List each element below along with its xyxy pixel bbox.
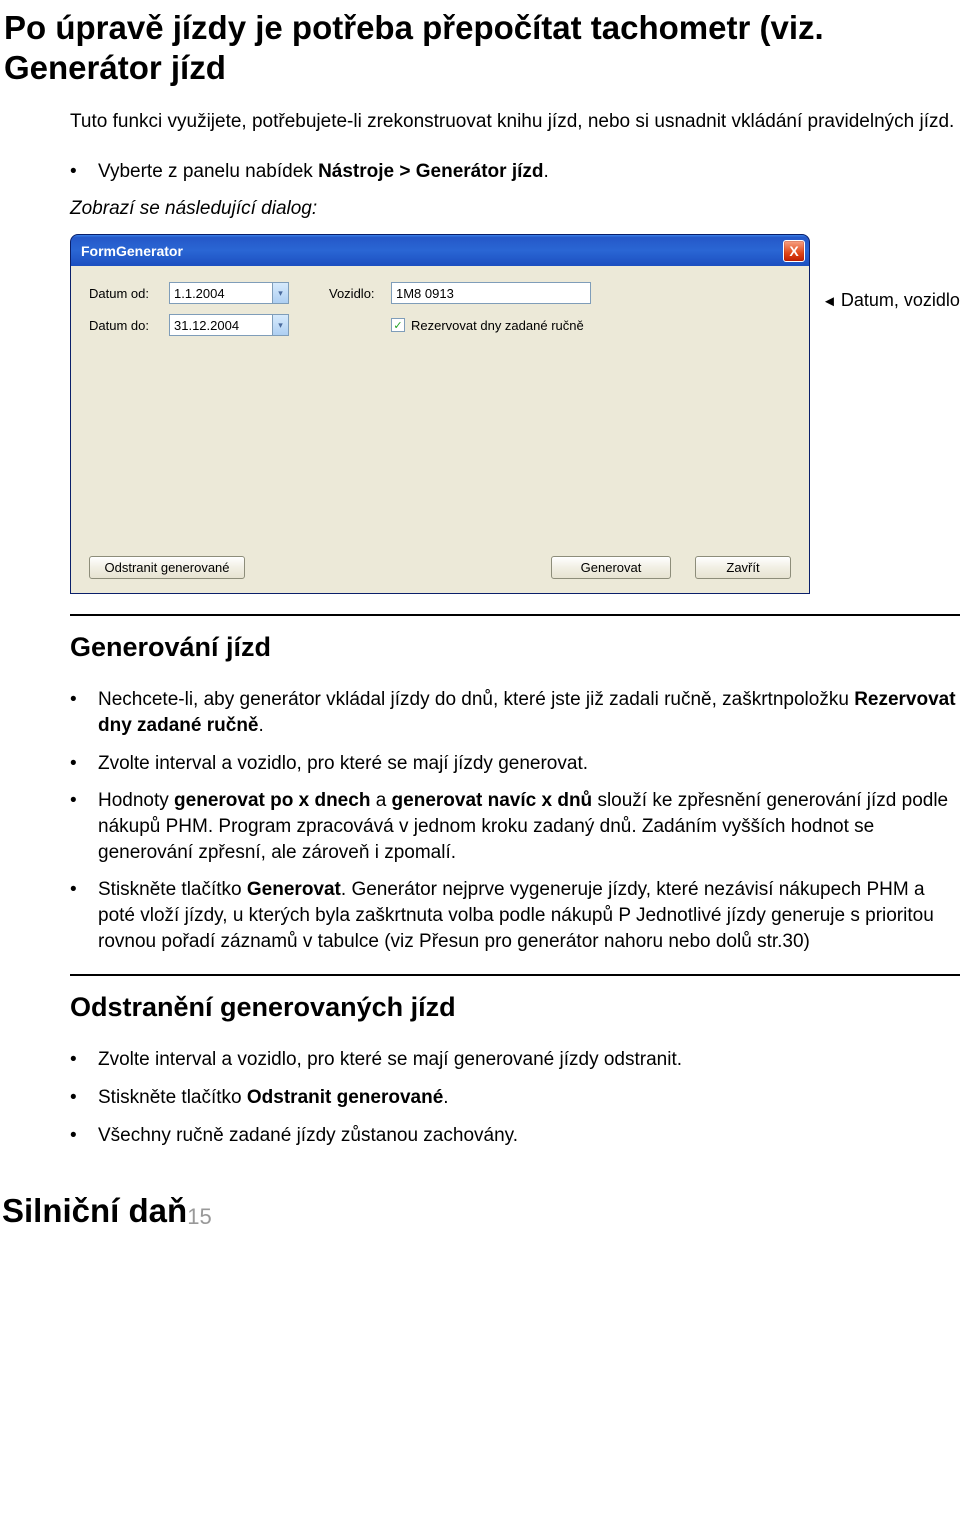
- triangle-left-icon: ◄: [822, 293, 837, 310]
- section-title-silnicni-dan: Silniční daň: [0, 1162, 187, 1230]
- divider: [70, 974, 960, 976]
- generovat-button[interactable]: Generovat: [551, 556, 671, 579]
- bullet-text: Nechcete-li, aby generátor vkládal jízdy…: [98, 687, 960, 738]
- bullet-icon: •: [70, 1047, 98, 1073]
- list-item: •Stiskněte tlačítko Odstranit generované…: [70, 1079, 960, 1117]
- chevron-down-icon[interactable]: ▾: [272, 315, 288, 335]
- bullet-icon: •: [70, 159, 98, 185]
- datum-do-input[interactable]: 31.12.2004 ▾: [169, 314, 289, 336]
- bullet-icon: •: [70, 751, 98, 777]
- bullet-icon: •: [70, 1123, 98, 1149]
- list-item: •Zvolte interval a vozidlo, pro které se…: [70, 1041, 960, 1079]
- page-title: Po úpravě jízdy je potřeba přepočítat ta…: [0, 0, 960, 95]
- list-item: • Vyberte z panelu nabídek Nástroje > Ge…: [70, 153, 960, 191]
- rezervovat-checkbox-row[interactable]: ✓ Rezervovat dny zadané ručně: [391, 318, 584, 333]
- checkbox-checked-icon[interactable]: ✓: [391, 318, 405, 332]
- list-item: •Všechny ručně zadané jízdy zůstanou zac…: [70, 1117, 960, 1155]
- chevron-down-icon[interactable]: ▾: [272, 283, 288, 303]
- intro-text: Tuto funkci využijete, potřebujete-li zr…: [0, 95, 960, 145]
- bullet-icon: •: [70, 877, 98, 954]
- bullet-text: Stiskněte tlačítko Generovat. Generátor …: [98, 877, 960, 954]
- close-button[interactable]: X: [783, 240, 805, 262]
- datum-do-label: Datum do:: [89, 318, 169, 333]
- bullet-text: Hodnoty generovat po x dnech a generovat…: [98, 788, 960, 865]
- dialog-title: FormGenerator: [81, 243, 783, 259]
- list-item: •Stiskněte tlačítko Generovat. Generátor…: [70, 871, 960, 960]
- list-item: •Hodnoty generovat po x dnech a generova…: [70, 782, 960, 871]
- dialog-titlebar: FormGenerator X: [70, 234, 810, 266]
- bullet-icon: •: [70, 788, 98, 865]
- datum-od-input[interactable]: 1.1.2004 ▾: [169, 282, 289, 304]
- odstranit-button[interactable]: Odstranit generované: [89, 556, 245, 579]
- bullet-text: Zvolte interval a vozidlo, pro které se …: [98, 751, 960, 777]
- page-number: 15: [187, 1168, 219, 1230]
- italic-note: Zobrazí se následující dialog:: [0, 198, 960, 228]
- checkbox-label: Rezervovat dny zadané ručně: [411, 318, 584, 333]
- divider: [70, 614, 960, 616]
- section-title-generovani: Generování jízd: [0, 622, 960, 673]
- annotation-label: ◄Datum, vozidlo: [822, 290, 960, 311]
- form-generator-dialog: FormGenerator X Datum od: 1.1.2004 ▾ Voz…: [70, 234, 810, 594]
- datum-od-label: Datum od:: [89, 286, 169, 301]
- bullet-icon: •: [70, 1085, 98, 1111]
- list-item: •Nechcete-li, aby generátor vkládal jízd…: [70, 681, 960, 744]
- bullet-text: Zvolte interval a vozidlo, pro které se …: [98, 1047, 960, 1073]
- zavrit-button[interactable]: Zavřít: [695, 556, 791, 579]
- bullet-topnav: Vyberte z panelu nabídek Nástroje > Gene…: [98, 159, 960, 185]
- bullet-text: Všechny ručně zadané jízdy zůstanou zach…: [98, 1123, 960, 1149]
- section-title-odstraneni: Odstranění generovaných jízd: [0, 982, 960, 1033]
- bullet-icon: •: [70, 687, 98, 738]
- vozidlo-label: Vozidlo:: [329, 286, 391, 301]
- vozidlo-input[interactable]: 1M8 0913: [391, 282, 591, 304]
- bullet-text: Stiskněte tlačítko Odstranit generované.: [98, 1085, 960, 1111]
- list-item: •Zvolte interval a vozidlo, pro které se…: [70, 745, 960, 783]
